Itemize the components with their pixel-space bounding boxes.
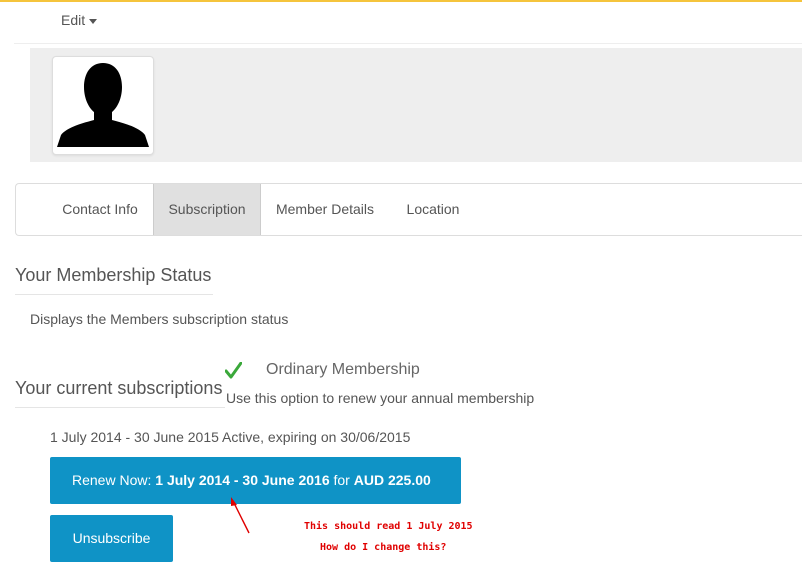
unsubscribe-button[interactable]: Unsubscribe xyxy=(50,515,173,562)
red-arrow-annotation xyxy=(231,497,250,534)
caret-down-icon xyxy=(89,18,98,24)
membership-status-title: Your Membership Status xyxy=(15,265,213,295)
annotation-line-2: How do I change this? xyxy=(320,542,447,553)
active-subscription-status: 1 July 2014 - 30 June 2015 Active, expir… xyxy=(50,429,411,445)
renew-middle: for xyxy=(329,472,354,488)
membership-option-description: Use this option to renew your annual mem… xyxy=(226,390,535,406)
renew-prefix: Renew Now: xyxy=(72,472,156,488)
annotation-line-1: This should read 1 July 2015 xyxy=(304,521,473,532)
person-silhouette-icon xyxy=(57,63,149,147)
tab-contact-info[interactable]: Contact Info xyxy=(52,184,148,235)
avatar xyxy=(52,56,154,155)
tab-member-details[interactable]: Member Details xyxy=(267,184,383,235)
edit-dropdown-toggle[interactable]: Edit xyxy=(61,12,98,28)
tab-subscription[interactable]: Subscription xyxy=(153,184,261,235)
renew-now-button[interactable]: Renew Now: 1 July 2014 - 30 June 2016 fo… xyxy=(50,457,461,504)
profile-header xyxy=(30,48,802,162)
current-subscriptions-title: Your current subscriptions xyxy=(15,378,225,408)
profile-tabs: Contact Info Subscription Member Details… xyxy=(15,183,802,236)
edit-toolbar: Edit xyxy=(14,2,802,44)
checkmark-icon xyxy=(225,362,242,379)
membership-option-title: Ordinary Membership xyxy=(266,361,420,378)
edit-label: Edit xyxy=(61,12,86,28)
tab-location[interactable]: Location xyxy=(398,184,468,235)
membership-status-description: Displays the Members subscription status xyxy=(30,311,289,327)
renew-price: AUD 225.00 xyxy=(353,472,431,488)
renew-period: 1 July 2014 - 30 June 2016 xyxy=(155,472,330,488)
